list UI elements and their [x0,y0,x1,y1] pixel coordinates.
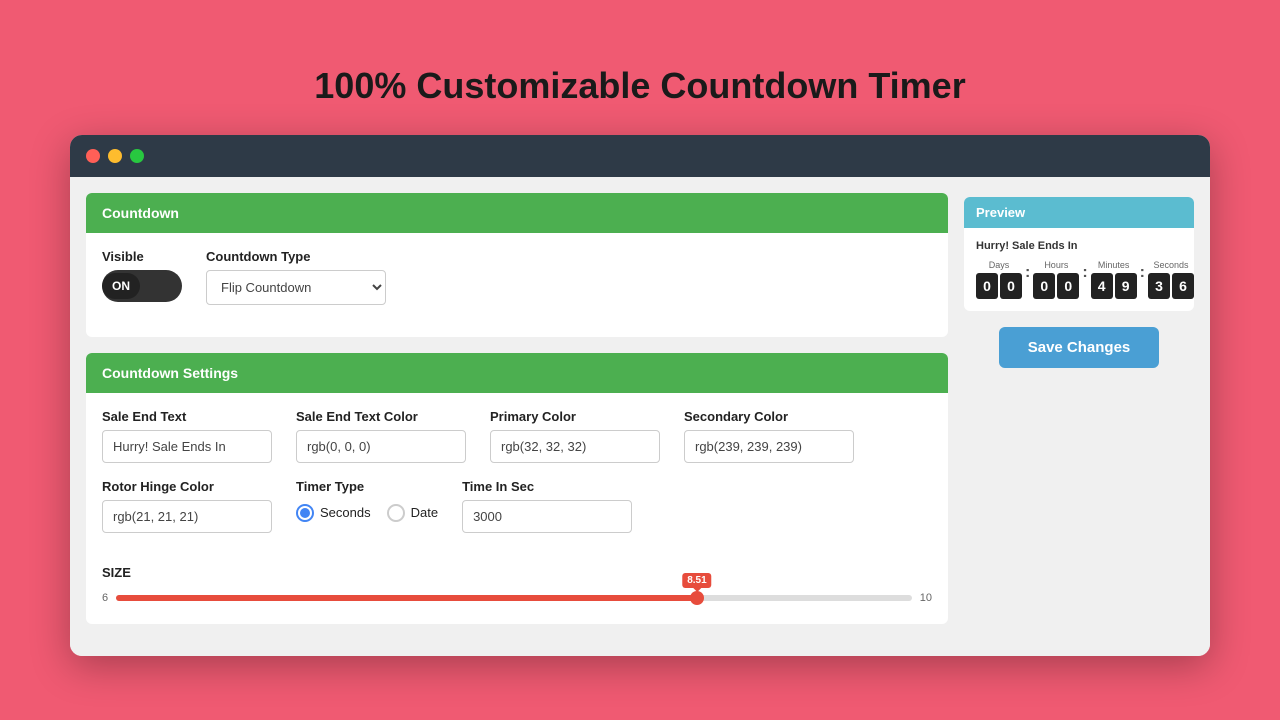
minutes-flip-pair: 4 9 [1091,273,1137,299]
time-in-sec-input[interactable] [462,500,632,533]
hours-digit-2: 0 [1057,273,1079,299]
minutes-digit-1: 4 [1091,273,1113,299]
seconds-flip-pair: 3 6 [1148,273,1194,299]
time-in-sec-label: Time In Sec [462,479,632,494]
hours-unit: Hours 0 0 [1033,260,1079,299]
minutes-digit-2: 9 [1115,273,1137,299]
radio-seconds-label: Seconds [320,505,371,520]
seconds-digit-2: 6 [1172,273,1194,299]
countdown-type-select[interactable]: Flip Countdown Simple Countdown Circular… [206,270,386,305]
radio-seconds[interactable]: Seconds [296,504,371,522]
rotor-hinge-color-label: Rotor Hinge Color [102,479,272,494]
countdown-field-row: Visible ON Countdown Type Fl [102,249,932,305]
preview-header: Preview [964,197,1194,228]
countdown-grid: Days 0 0 : Hours 0 0 [976,260,1182,299]
secondary-color-label: Secondary Color [684,409,854,424]
seconds-digit-1: 3 [1148,273,1170,299]
radio-date-label: Date [411,505,438,520]
colon-1: : [1025,264,1030,282]
countdown-section-body: Visible ON Countdown Type Fl [86,233,948,337]
settings-row-1: Sale End Text Sale End Text Color Primar… [102,409,932,463]
toggle-container: ON [102,270,182,302]
time-in-sec-group: Time In Sec [462,479,632,533]
countdown-type-field-group: Countdown Type Flip Countdown Simple Cou… [206,249,386,305]
timer-type-radio-group: Seconds Date [296,504,438,522]
primary-color-label: Primary Color [490,409,660,424]
size-slider-fill [116,595,697,601]
window-content: Countdown Visible ON [70,177,1210,656]
size-row: 6 8.51 10 [102,588,932,608]
size-slider-track: 8.51 [116,595,912,601]
app-window: Countdown Visible ON [70,135,1210,656]
visible-field-group: Visible ON [102,249,182,305]
days-label: Days [989,260,1010,270]
left-panel: Countdown Visible ON [86,193,948,640]
colon-3: : [1140,264,1145,282]
rotor-hinge-color-input[interactable] [102,500,272,533]
days-flip-pair: 0 0 [976,273,1022,299]
settings-section: Countdown Settings Sale End Text Sale En… [86,353,948,624]
radio-seconds-circle [296,504,314,522]
days-digit-2: 0 [1000,273,1022,299]
sale-end-text-color-group: Sale End Text Color [296,409,466,463]
settings-section-header: Countdown Settings [86,353,948,393]
page-title: 100% Customizable Countdown Timer [314,65,965,107]
days-digit-1: 0 [976,273,998,299]
colon-2: : [1082,264,1087,282]
visible-label: Visible [102,249,182,264]
size-max: 10 [920,592,932,604]
timer-type-label: Timer Type [296,479,438,494]
countdown-type-label: Countdown Type [206,249,386,264]
settings-section-body: Sale End Text Sale End Text Color Primar… [86,393,948,565]
toggle-off [140,280,160,292]
size-slider-thumb[interactable] [690,591,704,605]
dot-green[interactable] [130,149,144,163]
seconds-label: Seconds [1153,260,1188,270]
countdown-section-header: Countdown [86,193,948,233]
dot-red[interactable] [86,149,100,163]
hours-flip-pair: 0 0 [1033,273,1079,299]
right-panel: Preview Hurry! Sale Ends In Days 0 0 : [964,193,1194,640]
secondary-color-input[interactable] [684,430,854,463]
sale-end-text-label: Sale End Text [102,409,272,424]
settings-row-2: Rotor Hinge Color Timer Type Seconds [102,479,932,533]
radio-date[interactable]: Date [387,504,438,522]
dot-yellow[interactable] [108,149,122,163]
seconds-unit: Seconds 3 6 [1148,260,1194,299]
toggle-on: ON [102,273,140,299]
size-slider-container: 8.51 [116,588,912,608]
secondary-color-group: Secondary Color [684,409,854,463]
primary-color-input[interactable] [490,430,660,463]
preview-body: Hurry! Sale Ends In Days 0 0 : Hours [964,228,1194,311]
days-unit: Days 0 0 [976,260,1022,299]
sale-end-text-group: Sale End Text [102,409,272,463]
hours-digit-1: 0 [1033,273,1055,299]
minutes-label: Minutes [1098,260,1130,270]
size-min: 6 [102,592,108,604]
visible-toggle[interactable]: ON [102,270,182,302]
size-slider-tooltip: 8.51 [682,573,711,588]
primary-color-group: Primary Color [490,409,660,463]
size-label: SIZE [102,565,932,580]
sale-end-text-color-input[interactable] [296,430,466,463]
preview-sale-text: Hurry! Sale Ends In [976,240,1182,252]
sale-end-text-input[interactable] [102,430,272,463]
size-section: SIZE 6 8.51 10 [86,565,948,624]
minutes-unit: Minutes 4 9 [1091,260,1137,299]
rotor-hinge-color-group: Rotor Hinge Color [102,479,272,533]
radio-date-circle [387,504,405,522]
hours-label: Hours [1044,260,1068,270]
sale-end-text-color-label: Sale End Text Color [296,409,466,424]
timer-type-group: Timer Type Seconds Date [296,479,438,533]
save-changes-button[interactable]: Save Changes [999,327,1159,368]
titlebar [70,135,1210,177]
countdown-section: Countdown Visible ON [86,193,948,337]
preview-box: Preview Hurry! Sale Ends In Days 0 0 : [964,197,1194,311]
